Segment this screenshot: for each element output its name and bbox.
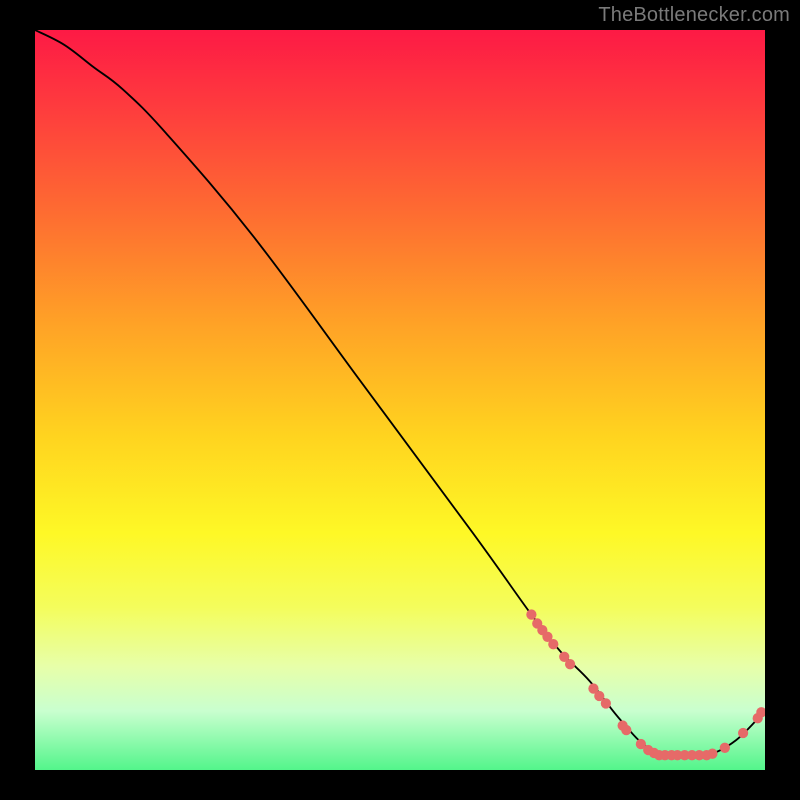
hotspot-marker <box>548 639 558 649</box>
hotspot-marker <box>720 743 730 753</box>
attribution-text: TheBottlenecker.com <box>598 4 790 27</box>
hotspot-marker <box>621 725 631 735</box>
curve-layer <box>35 30 765 770</box>
chart-frame: TheBottlenecker.com <box>0 0 800 800</box>
hotspot-marker <box>738 728 748 738</box>
plot-area <box>35 30 765 770</box>
hotspot-markers <box>526 609 765 760</box>
hotspot-marker <box>526 609 536 619</box>
hotspot-marker <box>565 659 575 669</box>
bottleneck-curve <box>35 30 765 757</box>
hotspot-marker <box>707 749 717 759</box>
hotspot-marker <box>601 698 611 708</box>
